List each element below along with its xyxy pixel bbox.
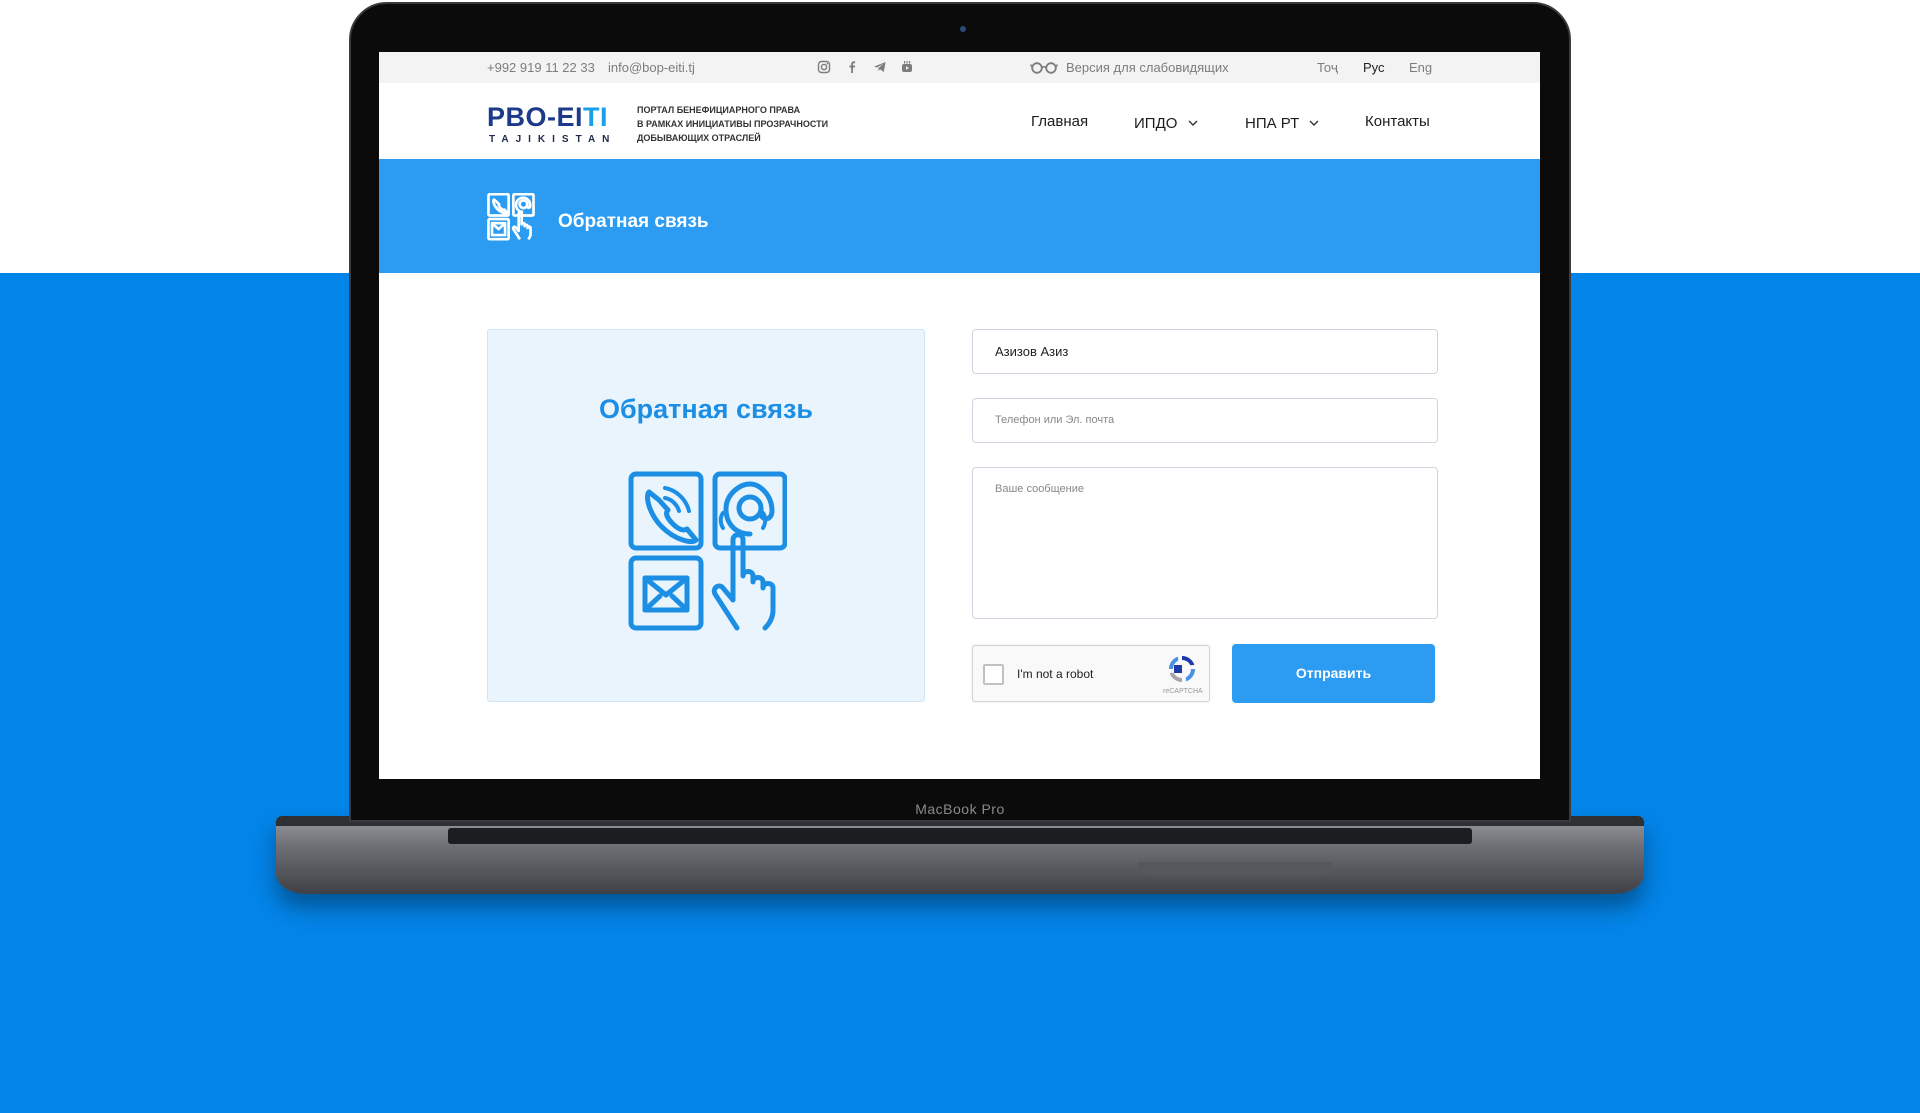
recaptcha-brand: reCAPTCHA — [1163, 688, 1203, 695]
site-header: PBO-EITI TAJIKISTAN ПОРТАЛ БЕНЕФИЦИАРНОГ… — [379, 83, 1540, 159]
phone-link[interactable]: +992 919 11 22 33 — [487, 60, 595, 75]
feedback-card: Обратная связь — [487, 329, 925, 702]
glasses-icon[interactable] — [1030, 61, 1058, 75]
chevron-down-icon — [1188, 113, 1198, 130]
nav-contacts-label: Контакты — [1365, 113, 1430, 130]
lang-tj[interactable]: Тоҷ — [1317, 60, 1338, 75]
logo-subtitle: TAJIKISTAN — [489, 134, 617, 145]
lang-en[interactable]: Eng — [1409, 60, 1432, 75]
contact-field[interactable]: Телефон или Эл. почта — [972, 398, 1438, 443]
logo-text-light: TI — [583, 102, 609, 132]
chevron-down-icon — [1309, 113, 1319, 130]
nav-home-label: Главная — [1031, 113, 1089, 130]
lang-ru[interactable]: Рус — [1363, 60, 1385, 75]
submit-button[interactable]: Отправить — [1232, 644, 1435, 703]
portal-line: В РАМКАХ ИНИЦИАТИВЫ ПРОЗРАЧНОСТИ — [637, 119, 829, 129]
nav-npa-label: НПА РТ — [1245, 115, 1300, 132]
page-banner: Обратная связь — [379, 159, 1540, 273]
email-link[interactable]: info@bop-eiti.tj — [608, 60, 695, 75]
accessibility-link[interactable]: Версия для слабовидящих — [1066, 60, 1229, 75]
recaptcha-label: I'm not a robot — [1017, 667, 1094, 681]
nav-ipdo-label: ИПДО — [1134, 115, 1178, 132]
page-title: Обратная связь — [558, 211, 709, 232]
screen: +992 919 11 22 33 info@bop-eiti.tj Верси… — [379, 52, 1540, 779]
nav-home[interactable]: Главная — [1031, 113, 1088, 130]
youtube-icon[interactable] — [900, 60, 914, 74]
recaptcha-widget: I'm not a robot reCAPTCHA — [972, 645, 1210, 702]
feedback-icon — [486, 192, 536, 241]
logo-text-dark: PBO-EI — [487, 102, 584, 132]
device-brand: MacBook Pro — [915, 801, 1005, 817]
keyboard-strip — [448, 828, 1472, 844]
camera-icon — [960, 26, 966, 32]
nav-ipdo[interactable]: ИПДО — [1134, 113, 1198, 132]
message-field[interactable]: Ваше сообщение — [972, 467, 1438, 619]
recaptcha-checkbox[interactable] — [983, 664, 1004, 685]
telegram-icon[interactable] — [873, 60, 887, 74]
portal-line: ДОБЫВАЮЩИХ ОТРАСЛЕЙ — [637, 133, 761, 143]
portal-line: ПОРТАЛ БЕНЕФИЦИАРНОГО ПРАВА — [637, 105, 801, 115]
card-title: Обратная связь — [598, 394, 814, 424]
nav-npa[interactable]: НПА РТ — [1245, 113, 1319, 132]
nav-contacts[interactable]: Контакты — [1365, 113, 1430, 130]
contact-methods-icon — [627, 470, 788, 632]
name-field[interactable]: Азизов Азиз — [972, 329, 1438, 374]
top-bar: +992 919 11 22 33 info@bop-eiti.tj Верси… — [379, 52, 1540, 83]
logo[interactable]: PBO-EITI — [487, 102, 608, 133]
recaptcha-logo-icon — [1166, 653, 1198, 685]
laptop-notch — [1138, 862, 1332, 876]
portal-description: ПОРТАЛ БЕНЕФИЦИАРНОГО ПРАВА В РАМКАХ ИНИ… — [637, 103, 828, 145]
facebook-icon[interactable] — [845, 60, 859, 74]
instagram-icon[interactable] — [817, 60, 831, 74]
